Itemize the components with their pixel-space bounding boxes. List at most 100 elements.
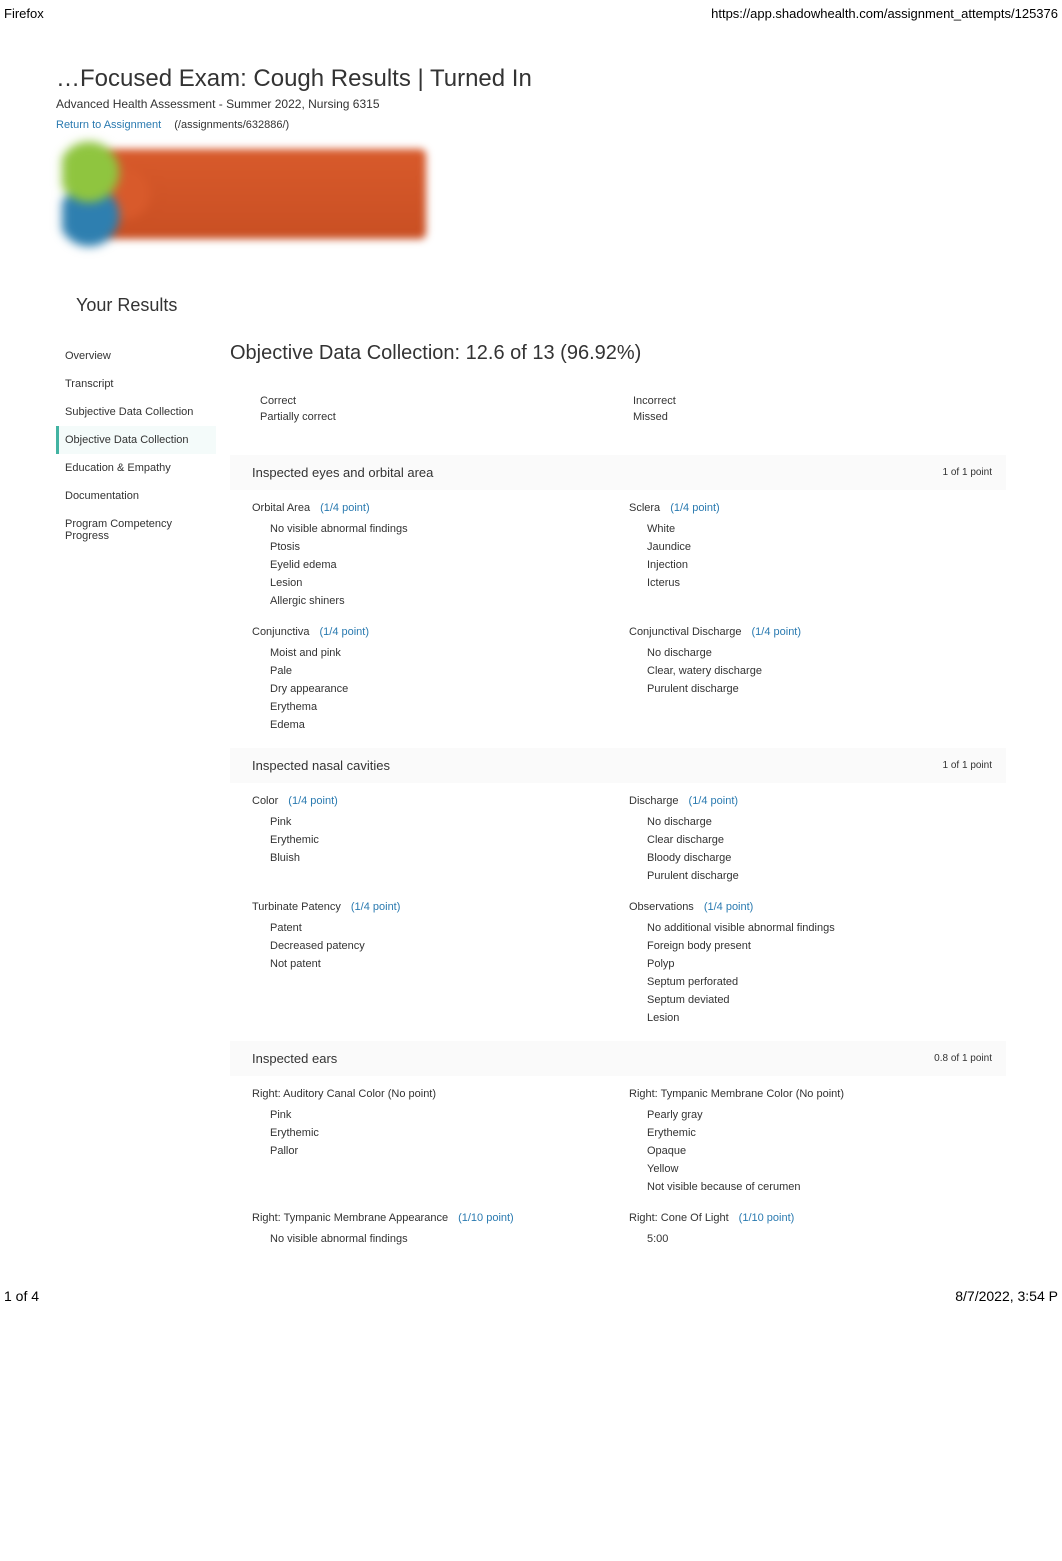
- finding-header: Right: Cone Of Light (1/10 point): [629, 1212, 990, 1224]
- legend-missed: Missed: [633, 411, 1006, 423]
- finding-item: Edema: [270, 716, 613, 734]
- sidebar-item[interactable]: Education & Empathy: [56, 454, 216, 482]
- finding-item: Jaundice: [647, 538, 990, 556]
- legend-partially-correct: Partially correct: [260, 411, 633, 423]
- point-fraction: (1/4 point): [704, 901, 754, 913]
- findings-row: Conjunctiva(1/4 point)Moist and pinkPale…: [230, 614, 1006, 738]
- finding-item: Bloody discharge: [647, 849, 990, 867]
- category-title: Inspected ears: [252, 1051, 337, 1066]
- sidebar-item[interactable]: Documentation: [56, 482, 216, 510]
- finding-item: Not patent: [270, 955, 613, 973]
- finding-header: Conjunctiva(1/4 point): [252, 626, 613, 638]
- finding-item: Pink: [270, 1106, 613, 1124]
- page-footer: 1 of 4 8/7/2022, 3:54 P: [0, 1252, 1062, 1316]
- finding-header-text: Discharge: [629, 795, 679, 807]
- finding-item: Purulent discharge: [647, 680, 990, 698]
- findings-row: Right: Auditory Canal Color (No point) Pi…: [230, 1076, 1006, 1200]
- point-fraction: (1/4 point): [320, 502, 370, 514]
- finding-list: No visible abnormal findingsPtosisEyelid…: [252, 520, 613, 610]
- findings-row: Right: Tympanic Membrane Appearance (1/10…: [230, 1200, 1006, 1252]
- point-fraction: (1/4 point): [752, 626, 802, 638]
- legend: Correct Partially correct Incorrect Miss…: [230, 389, 1006, 445]
- sidebar-item[interactable]: Objective Data Collection: [56, 426, 216, 454]
- finding-item: Foreign body present: [647, 937, 990, 955]
- finding-list: Moist and pinkPaleDry appearanceErythema…: [252, 644, 613, 734]
- finding-item: Erythemic: [270, 831, 613, 849]
- finding-item: No discharge: [647, 644, 990, 662]
- point-fraction: (1/4 point): [689, 795, 739, 807]
- finding-item: Pink: [270, 813, 613, 831]
- finding-list: 5:00: [629, 1230, 990, 1248]
- findings-row: Color(1/4 point) PinkErythemicBluish Disch…: [230, 783, 1006, 889]
- shadow-health-logo: [86, 149, 426, 239]
- finding-item: Erythemic: [647, 1124, 990, 1142]
- finding-list: WhiteJaundiceInjectionIcterus: [629, 520, 990, 592]
- finding-list: PinkErythemicPallor: [252, 1106, 613, 1160]
- finding-header-text: Right: Tympanic Membrane Color (No point…: [629, 1088, 844, 1100]
- findings-col: Right: Tympanic Membrane Color (No point…: [629, 1088, 1006, 1196]
- findings-col: Right: Tympanic Membrane Appearance(1/10…: [252, 1212, 629, 1248]
- finding-header-text: Right: Cone Of Light: [629, 1212, 729, 1224]
- point-fraction: (1/4 point): [288, 795, 338, 807]
- finding-item: Erythema: [270, 698, 613, 716]
- findings-col: Conjunctiva(1/4 point) Moist and pinkPale…: [252, 626, 629, 734]
- browser-header: Firefox https://app.shadowhealth.com/ass…: [0, 0, 1062, 35]
- finding-item: Pallor: [270, 1142, 613, 1160]
- point-fraction: (1/4 point): [351, 901, 401, 913]
- finding-item: Eyelid edema: [270, 556, 613, 574]
- finding-item: Moist and pink: [270, 644, 613, 662]
- return-to-assignment-link[interactable]: Return to Assignment: [56, 119, 161, 131]
- finding-header: Turbinate Patency(1/4 point): [252, 901, 613, 913]
- legend-correct: Correct: [260, 395, 633, 407]
- findings-col: Orbital Area (1/4 point) No visible abnorm…: [252, 502, 629, 610]
- category-header: Inspected nasal cavities1 of 1 point: [230, 748, 1006, 783]
- browser-name: Firefox: [4, 6, 44, 21]
- finding-item: Icterus: [647, 574, 990, 592]
- finding-item: Lesion: [647, 1009, 990, 1027]
- finding-header: Sclera(1/4 point): [629, 502, 990, 514]
- finding-header: Observations(1/4 point): [629, 901, 990, 913]
- finding-item: Bluish: [270, 849, 613, 867]
- finding-item: Clear discharge: [647, 831, 990, 849]
- finding-header: Right: Auditory Canal Color (No point): [252, 1088, 613, 1100]
- sidebar-item[interactable]: Transcript: [56, 370, 216, 398]
- category-title: Inspected eyes and orbital area: [252, 465, 433, 480]
- finding-item: No discharge: [647, 813, 990, 831]
- sidebar: OverviewTranscriptSubjective Data Collec…: [56, 342, 216, 1252]
- finding-item: Yellow: [647, 1160, 990, 1178]
- finding-item: Injection: [647, 556, 990, 574]
- finding-item: No visible abnormal findings: [270, 520, 613, 538]
- finding-list: PinkErythemicBluish: [252, 813, 613, 867]
- findings-col: Right: Cone Of Light (1/10 point) 5:00: [629, 1212, 1006, 1248]
- browser-url: https://app.shadowhealth.com/assignment_…: [711, 6, 1058, 21]
- findings-row: Orbital Area (1/4 point) No visible abnorm…: [230, 490, 1006, 614]
- findings-row: Turbinate Patency(1/4 point) PatentDecrea…: [230, 889, 1006, 1031]
- finding-header-text: Conjunctiva: [252, 626, 309, 638]
- page-title: …Focused Exam: Cough Results | Turned In: [56, 65, 1006, 93]
- finding-item: Septum deviated: [647, 991, 990, 1009]
- sidebar-item[interactable]: Program Competency Progress: [56, 510, 216, 550]
- your-results-heading: Your Results: [76, 295, 1006, 316]
- objective-data-heading: Objective Data Collection: 12.6 of 13 (9…: [230, 342, 1006, 365]
- finding-list: No visible abnormal findings: [252, 1230, 613, 1248]
- findings-col: Conjunctival Discharge (1/4 point) No disc…: [629, 626, 1006, 734]
- findings-col: Sclera(1/4 point) WhiteJaundiceInjectionI…: [629, 502, 1006, 610]
- finding-item: Pearly gray: [647, 1106, 990, 1124]
- return-path: (/assignments/632886/): [174, 119, 289, 131]
- finding-header: Discharge (1/4 point): [629, 795, 990, 807]
- finding-item: Erythemic: [270, 1124, 613, 1142]
- finding-header-text: Sclera: [629, 502, 660, 514]
- sidebar-item[interactable]: Overview: [56, 342, 216, 370]
- finding-header: Color(1/4 point): [252, 795, 613, 807]
- page-subtitle: Advanced Health Assessment - Summer 2022…: [56, 97, 1006, 111]
- finding-item: Polyp: [647, 955, 990, 973]
- finding-item: Lesion: [270, 574, 613, 592]
- finding-header-text: Right: Tympanic Membrane Appearance: [252, 1212, 448, 1224]
- finding-list: PatentDecreased patencyNot patent: [252, 919, 613, 973]
- finding-header-text: Orbital Area: [252, 502, 310, 514]
- point-fraction: (1/10 point): [739, 1212, 795, 1224]
- sidebar-item[interactable]: Subjective Data Collection: [56, 398, 216, 426]
- finding-item: Purulent discharge: [647, 867, 990, 885]
- finding-header-text: Conjunctival Discharge: [629, 626, 742, 638]
- finding-header: Orbital Area (1/4 point): [252, 502, 613, 514]
